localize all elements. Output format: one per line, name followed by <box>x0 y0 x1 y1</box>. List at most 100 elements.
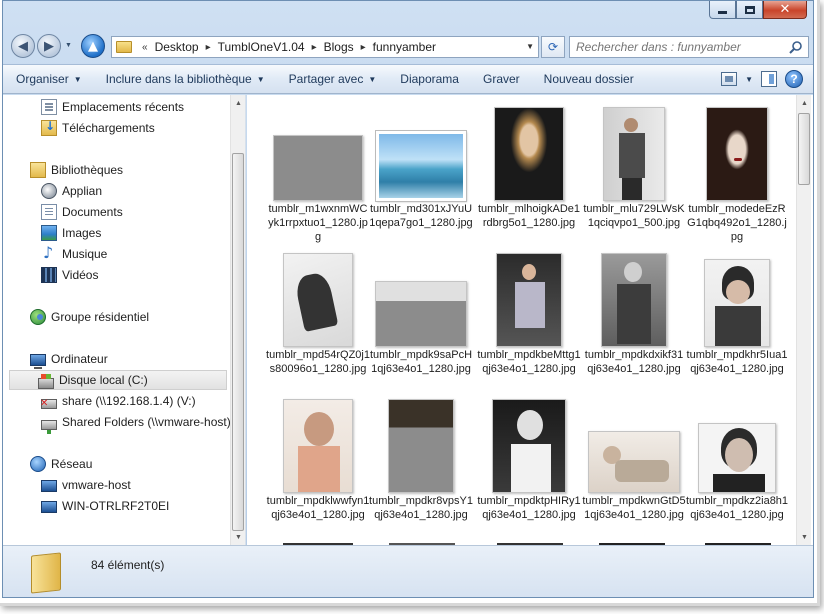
nav-label: Téléchargements <box>62 121 155 135</box>
minimize-button[interactable] <box>709 1 736 19</box>
new-folder-button[interactable]: Nouveau dossier <box>544 72 634 86</box>
recent-pages-dropdown[interactable]: ▼ <box>65 42 72 49</box>
overflow-chevron[interactable]: « <box>142 42 148 53</box>
music-icon <box>41 243 57 262</box>
view-controls: ▼ ? <box>721 70 803 88</box>
command-bar: Organiser ▼ Inclure dans la bibliothèque ▼… <box>3 64 813 94</box>
breadcrumb-tumblone[interactable]: TumblOneV1.04 <box>217 40 306 54</box>
change-view-icon[interactable] <box>721 72 738 86</box>
help-icon[interactable]: ? <box>785 70 803 88</box>
nav-label: Vidéos <box>62 268 99 282</box>
images-icon <box>41 225 57 241</box>
local-disk-icon <box>38 373 54 389</box>
close-icon: ✕ <box>779 2 791 17</box>
thumbnail <box>283 399 353 493</box>
search-box[interactable] <box>569 36 809 58</box>
file-name: tumblr_mpd54rQZ0j1s80096o1_1280.jpg <box>266 349 370 375</box>
search-icon[interactable] <box>789 40 803 54</box>
nav-item-shared-folders[interactable]: Shared Folders (\\vmware-host) <box>41 412 231 434</box>
burn-button[interactable]: Graver <box>483 72 520 86</box>
breadcrumb-desktop[interactable]: Desktop <box>154 40 200 54</box>
nav-item-applian[interactable]: Applian <box>41 181 102 201</box>
network-drive-icon <box>41 420 57 434</box>
item-count: 84 élément(s) <box>91 558 165 572</box>
nav-item-homegroup[interactable]: Groupe résidentiel <box>30 307 149 327</box>
breadcrumb-separator[interactable]: ▸ <box>361 42 366 53</box>
file-name: tumblr_mlhoigkADe1rdbrg5o1_1280.jpg <box>477 203 581 229</box>
nav-item-computer[interactable]: Ordinateur <box>30 349 108 369</box>
maximize-button[interactable] <box>736 1 763 19</box>
file-name: tumblr_mpdktpHIRy1qj63e4o1_1280.jpg <box>477 495 581 521</box>
scroll-down-icon[interactable]: ▼ <box>231 529 246 545</box>
scroll-up-icon[interactable]: ▲ <box>231 95 246 111</box>
nav-scroll-thumb[interactable] <box>232 153 244 531</box>
nav-item-videos[interactable]: Vidéos <box>41 265 98 285</box>
nav-item-music[interactable]: Musique <box>41 243 108 264</box>
nav-label: Bibliothèques <box>51 163 124 177</box>
nav-label: WIN-OTRLRF2T0EI <box>62 499 170 513</box>
nav-item-share-drive[interactable]: share (\\192.168.1.4) (V:) <box>40 391 196 411</box>
recent-places-icon <box>41 99 57 115</box>
up-button[interactable]: ▲ <box>81 34 105 58</box>
thumbnail <box>698 423 776 493</box>
view-dropdown-icon[interactable]: ▼ <box>745 75 753 84</box>
file-name: tumblr_mpdkz2ia8h1qj63e4o1_1280.jpg <box>685 495 789 521</box>
share-with-menu[interactable]: Partager avec ▼ <box>289 72 377 86</box>
thumbnail <box>375 281 467 347</box>
nav-item-downloads[interactable]: Téléchargements <box>41 118 155 138</box>
caption-buttons: ✕ <box>709 1 807 19</box>
computer-icon <box>41 480 57 492</box>
nav-item-local-disk[interactable]: Disque local (C:) <box>9 370 227 390</box>
breadcrumb-funnyamber[interactable]: funnyamber <box>372 40 437 54</box>
nav-item-documents[interactable]: Documents <box>41 202 123 222</box>
thumbnail <box>704 259 770 347</box>
burn-label: Graver <box>482 72 520 86</box>
nav-label: Disque local (C:) <box>59 373 148 387</box>
close-button[interactable]: ✕ <box>763 1 807 19</box>
nav-label: Emplacements récents <box>62 100 185 114</box>
nav-item-images[interactable]: Images <box>41 223 101 243</box>
file-name: tumblr_mpdkr8vpsY1qj63e4o1_1280.jpg <box>369 495 473 521</box>
address-dropdown-icon[interactable]: ▼ <box>526 42 534 51</box>
chevron-down-icon: ▼ <box>73 74 82 84</box>
file-name: tumblr_mpdk9saPcH1qj63e4o1_1280.jpg <box>369 349 473 375</box>
nav-scrollbar[interactable]: ▲ ▼ <box>230 95 245 545</box>
applian-icon <box>41 183 57 199</box>
content-scrollbar[interactable]: ▲ ▼ <box>796 95 811 545</box>
scroll-up-icon[interactable]: ▲ <box>797 95 812 111</box>
forward-button[interactable]: ▶ <box>37 34 61 58</box>
nav-item-network[interactable]: Réseau <box>30 454 92 474</box>
nav-label: Shared Folders (\\vmware-host) <box>62 415 231 429</box>
thumbnail <box>706 107 768 201</box>
organize-menu[interactable]: Organiser ▼ <box>16 72 82 86</box>
downloads-icon <box>41 119 57 136</box>
slideshow-button[interactable]: Diaporama <box>400 72 459 86</box>
libraries-icon <box>30 162 46 178</box>
scroll-down-icon[interactable]: ▼ <box>797 529 812 545</box>
address-bar[interactable]: « Desktop ▸ TumblOneV1.04 ▸ Blogs ▸ funn… <box>111 36 539 58</box>
nav-label: Applian <box>62 184 103 198</box>
address-row: ◀ ▶ ▼ ▲ « Desktop ▸ TumblOneV1.04 ▸ Blog… <box>3 29 813 63</box>
breadcrumb-separator[interactable]: ▸ <box>312 42 317 53</box>
nav-item-vmware-host[interactable]: vmware-host <box>41 475 131 495</box>
up-arrow-icon: ▲ <box>88 38 98 54</box>
chevron-down-icon: ▼ <box>368 74 377 84</box>
computer-icon <box>30 354 46 369</box>
computer-icon <box>41 501 57 513</box>
refresh-button[interactable]: ⟳ <box>541 36 565 58</box>
include-library-menu[interactable]: Inclure dans la bibliothèque ▼ <box>106 72 265 86</box>
homegroup-icon <box>30 309 46 325</box>
content-scroll-thumb[interactable] <box>798 113 810 185</box>
back-button[interactable]: ◀ <box>11 34 35 58</box>
thumbnail <box>273 135 363 201</box>
breadcrumb-separator[interactable]: ▸ <box>206 42 211 53</box>
nav-item-recent-places[interactable]: Emplacements récents <box>41 97 184 117</box>
thumbnail <box>588 431 680 493</box>
breadcrumb-blogs[interactable]: Blogs <box>323 40 355 54</box>
nav-label: Musique <box>62 247 108 261</box>
search-input[interactable] <box>576 40 786 54</box>
chevron-down-icon: ▼ <box>256 74 265 84</box>
nav-item-libraries[interactable]: Bibliothèques <box>30 160 123 180</box>
preview-pane-icon[interactable] <box>761 71 777 87</box>
nav-item-win-pc[interactable]: WIN-OTRLRF2T0EI <box>41 496 169 516</box>
